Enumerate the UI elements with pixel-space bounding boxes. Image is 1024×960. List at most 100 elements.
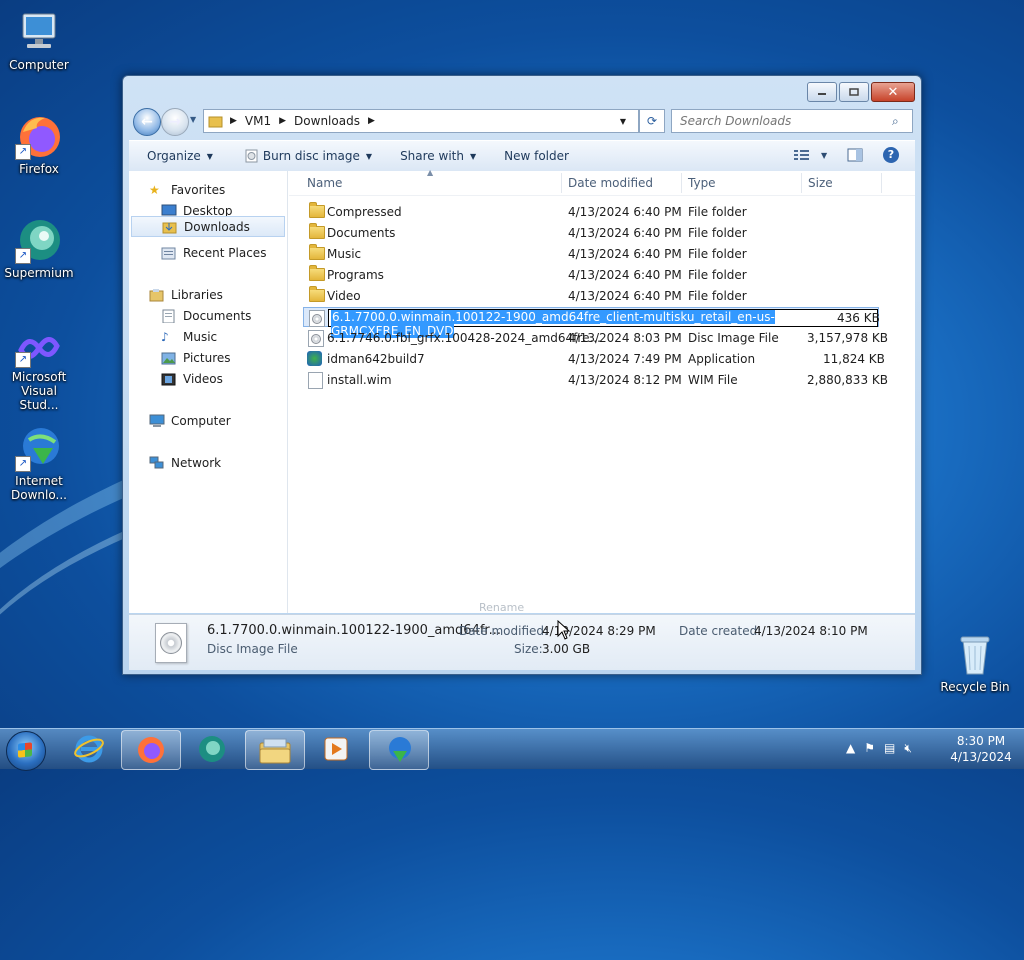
- file-type: File folder: [688, 268, 747, 282]
- taskbar: ▲ ⚑ ▤ 🔇︎ 8:30 PM 4/13/2024: [0, 728, 1024, 771]
- desktop-icon-label: Supermium: [4, 266, 74, 280]
- preview-pane-button[interactable]: [847, 148, 863, 165]
- desktop-icon-label: Computer: [9, 58, 69, 72]
- internet-explorer-icon: [74, 735, 104, 763]
- column-divider[interactable]: [561, 173, 562, 193]
- nav-favorites[interactable]: ★ Favorites: [129, 180, 307, 200]
- disc-image-icon: [245, 149, 258, 163]
- organize-button[interactable]: Organize ▼: [147, 149, 213, 163]
- burn-disc-image-button[interactable]: Burn disc image ▼: [245, 149, 372, 163]
- music-icon: ♪: [161, 330, 169, 344]
- address-bar[interactable]: ▶ VM1 ▶ Downloads ▶ ▼: [203, 109, 639, 133]
- volume-muted-icon[interactable]: 🔇︎: [904, 741, 912, 756]
- breadcrumb-arrow-icon[interactable]: ▶: [368, 116, 375, 126]
- taskbar-internet-explorer[interactable]: [60, 730, 118, 768]
- search-icon[interactable]: ⌕: [892, 114, 899, 129]
- window-controls: ✕: [807, 82, 915, 102]
- breadcrumb-downloads[interactable]: Downloads: [294, 114, 360, 128]
- idm-icon: [389, 737, 411, 762]
- show-hidden-icons-icon[interactable]: ▲: [846, 741, 855, 756]
- file-row[interactable]: Programs 4/13/2024 6:40 PM File folder: [303, 265, 879, 285]
- desktop-icon-label: Microsoft Visual Stud...: [11, 370, 67, 412]
- file-row[interactable]: install.wim 4/13/2024 8:12 PM WIM File 2…: [303, 370, 888, 390]
- share-with-button[interactable]: Share with ▼: [400, 149, 476, 163]
- desktop-icon-label: Firefox: [19, 162, 59, 176]
- navigation-pane: ★ Favorites Desktop Downloads Recent Plac…: [129, 171, 288, 613]
- folder-icon: [208, 116, 223, 128]
- idm-icon: ↗: [15, 424, 63, 472]
- nav-label: Favorites: [171, 183, 226, 197]
- nav-network[interactable]: Network: [129, 453, 307, 473]
- desktop-icon-visual-studio[interactable]: ↗ Microsoft Visual Stud...: [0, 328, 78, 412]
- navigation-bar: ← → ▼ ▶ VM1 ▶ Downloads ▶ ▼ ⟳ ⌕: [131, 106, 913, 136]
- breadcrumb-arrow-icon[interactable]: ▶: [279, 116, 286, 126]
- nav-libraries[interactable]: Libraries: [129, 285, 307, 305]
- caret-down-icon: ▼: [469, 151, 477, 161]
- file-row[interactable]: Compressed 4/13/2024 6:40 PM File folder: [303, 202, 879, 222]
- taskbar-internet-download-manager[interactable]: [369, 730, 429, 770]
- taskbar-supermium[interactable]: [183, 730, 241, 768]
- minimize-button[interactable]: [807, 82, 837, 102]
- column-header-date-modified[interactable]: Date modified: [568, 176, 653, 190]
- action-center-flag-icon[interactable]: ⚑: [864, 741, 875, 756]
- help-button[interactable]: ?: [883, 147, 899, 163]
- file-type: Disc Image File: [688, 331, 779, 345]
- minimize-icon: [818, 93, 826, 95]
- file-row[interactable]: Music 4/13/2024 6:40 PM File folder: [303, 244, 879, 264]
- desktop-icon-recycle-bin[interactable]: Recycle Bin: [936, 630, 1014, 694]
- file-type: File folder: [688, 247, 747, 261]
- nav-label: Network: [171, 456, 222, 470]
- forward-button[interactable]: →: [161, 108, 189, 136]
- refresh-button[interactable]: ⟳: [639, 109, 665, 133]
- file-row[interactable]: Video 4/13/2024 6:40 PM File folder: [303, 286, 879, 306]
- file-list: Name ▲ Date modified Type Size Compresse…: [289, 168, 915, 614]
- file-row[interactable]: Documents 4/13/2024 6:40 PM File folder: [303, 223, 879, 243]
- breadcrumb-arrow-icon[interactable]: ▶: [230, 116, 237, 126]
- explorer-window: ✕ ← → ▼ ▶ VM1 ▶ Downloads ▶ ▼ ⟳ ⌕ Organi…: [122, 75, 922, 675]
- back-arrow-icon: ←: [141, 114, 153, 130]
- file-row[interactable]: idman642build7 4/13/2024 7:49 PM Applica…: [303, 349, 885, 369]
- breadcrumb-vm1[interactable]: VM1: [245, 114, 271, 128]
- close-button[interactable]: ✕: [871, 82, 915, 102]
- nav-label: Pictures: [183, 351, 231, 365]
- search-input[interactable]: [678, 113, 892, 129]
- nav-label: Computer: [171, 414, 231, 428]
- column-divider[interactable]: [881, 173, 882, 193]
- nav-label: Libraries: [171, 288, 223, 302]
- view-icon: [794, 150, 809, 160]
- desktop-icon-internet-download-manager[interactable]: ↗ Internet Downlo...: [0, 424, 78, 502]
- preview-pane-icon: [847, 148, 863, 162]
- start-button[interactable]: [6, 731, 46, 771]
- file-name: 6.1.7746.0.fbl_grfx.100428-2024_amd64fre…: [327, 331, 601, 345]
- nav-label: Recent Places: [183, 246, 267, 260]
- network-icon[interactable]: ▤: [884, 741, 895, 756]
- maximize-button[interactable]: [839, 82, 869, 102]
- column-header-size[interactable]: Size: [808, 176, 833, 190]
- desktop-icon-supermium[interactable]: ↗ Supermium: [0, 216, 78, 280]
- column-header-name[interactable]: Name: [307, 176, 342, 190]
- desktop-icon-computer[interactable]: Computer: [0, 8, 78, 72]
- desktop-icon-firefox[interactable]: ↗ Firefox: [0, 112, 78, 176]
- disc-image-icon: [308, 330, 324, 347]
- address-dropdown-icon[interactable]: ▼: [620, 117, 626, 126]
- column-header-type[interactable]: Type: [688, 176, 716, 190]
- file-date: 4/13/2024 6:40 PM: [568, 205, 682, 219]
- media-player-icon: [324, 737, 348, 761]
- new-folder-button[interactable]: New folder: [504, 149, 569, 163]
- change-view-button[interactable]: ▼: [793, 148, 827, 162]
- file-row-selected[interactable]: 6.1.7700.0.winmain.100122-1900_amd64fre_…: [303, 307, 880, 338]
- file-row[interactable]: 6.1.7746.0.fbl_grfx.100428-2024_amd64fre…: [303, 328, 888, 348]
- column-divider[interactable]: [681, 173, 682, 193]
- forward-arrow-icon: →: [169, 114, 181, 130]
- column-divider[interactable]: [801, 173, 802, 193]
- recent-pages-chevron-icon[interactable]: ▼: [190, 115, 196, 124]
- rename-textbox[interactable]: 6.1.7700.0.winmain.100122-1900_amd64fre_…: [328, 309, 878, 338]
- back-button[interactable]: ←: [133, 108, 161, 136]
- taskbar-windows-explorer[interactable]: [245, 730, 305, 770]
- clock[interactable]: 8:30 PM 4/13/2024: [946, 733, 1016, 765]
- taskbar-firefox[interactable]: [121, 730, 181, 770]
- taskbar-media-player[interactable]: [307, 730, 365, 768]
- nav-downloads[interactable]: Downloads: [131, 216, 285, 237]
- file-name: Documents: [327, 226, 396, 240]
- nav-computer[interactable]: Computer: [129, 411, 307, 431]
